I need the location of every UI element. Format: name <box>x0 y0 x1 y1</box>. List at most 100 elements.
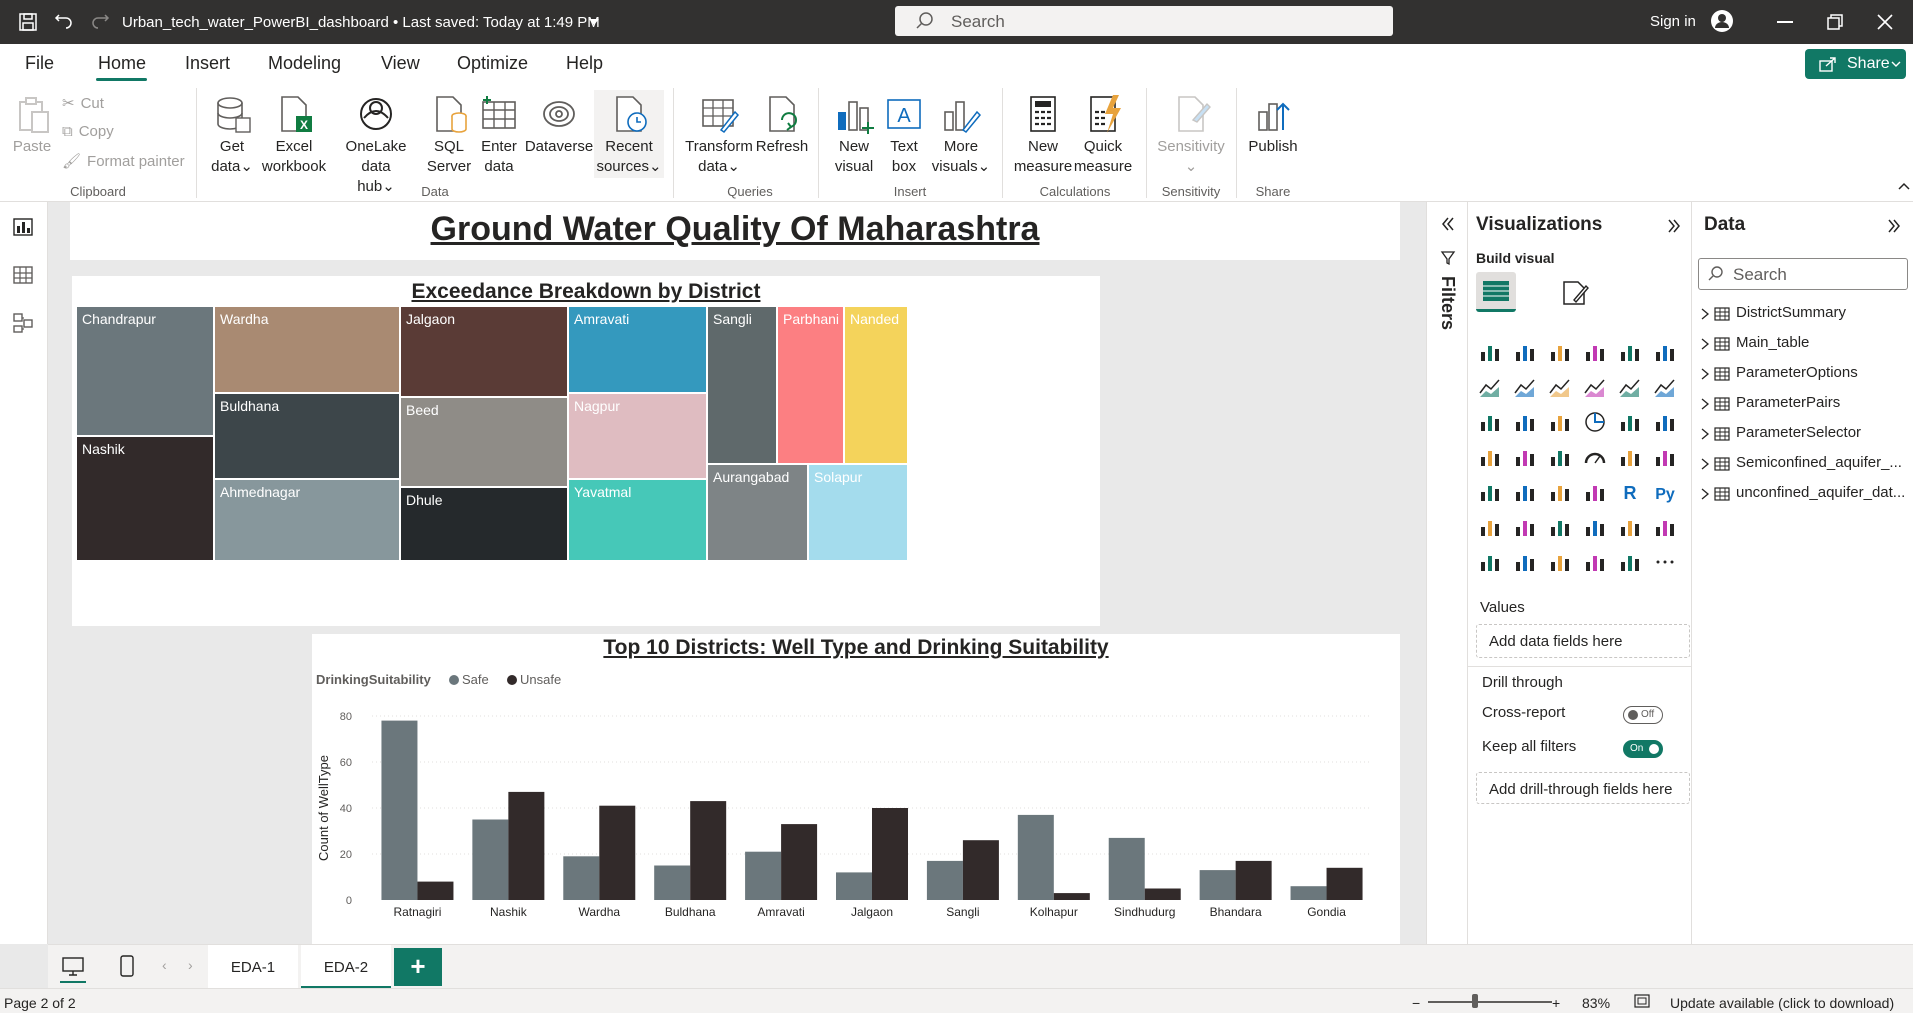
funnel-icon[interactable] <box>1513 410 1537 434</box>
minimize-icon[interactable] <box>1777 21 1793 23</box>
data-table-item[interactable]: ParameterSelector <box>1700 424 1910 444</box>
key-influencers-icon[interactable] <box>1478 515 1502 539</box>
new-measure-button[interactable]: New measure <box>1012 94 1074 177</box>
chevron-right-icon[interactable] <box>1700 338 1710 350</box>
format-visual-icon[interactable] <box>1560 278 1590 308</box>
zoom-in-icon[interactable]: + <box>1552 995 1560 1011</box>
100-column-icon[interactable] <box>1653 340 1677 364</box>
smart-narrative-icon[interactable] <box>1583 515 1607 539</box>
values-field-well[interactable]: Add data fields here <box>1476 624 1690 658</box>
line-column-icon[interactable] <box>1583 375 1607 399</box>
tab-optimize[interactable]: Optimize <box>457 53 528 74</box>
tab-file[interactable]: File <box>25 53 54 74</box>
more-visuals-button[interactable]: More visuals⌄ <box>930 94 992 177</box>
get-data-button[interactable]: Get data⌄ <box>206 94 258 177</box>
treemap-tile[interactable]: Amravati <box>568 306 707 393</box>
cut-button[interactable]: ✂ Cut <box>62 94 104 112</box>
kpi-icon[interactable] <box>1478 480 1502 504</box>
stacked-column-icon[interactable] <box>1513 340 1537 364</box>
stacked-area-icon[interactable] <box>1548 375 1572 399</box>
data-search-input[interactable]: Search <box>1698 258 1908 290</box>
data-table-item[interactable]: ParameterOptions <box>1700 364 1910 384</box>
page-tab-eda-2[interactable]: EDA-2 <box>301 945 391 989</box>
sign-in-link[interactable]: Sign in <box>1650 13 1696 30</box>
treemap-tile[interactable]: Nagpur <box>568 393 707 479</box>
data-table-item[interactable]: unconfined_aquifer_dat... <box>1700 484 1910 504</box>
filters-pane[interactable]: Filters <box>1426 202 1468 944</box>
update-available-link[interactable]: Update available (click to download) <box>1670 995 1894 1011</box>
line-clustered-icon[interactable] <box>1618 375 1642 399</box>
recent-sources-button[interactable]: Recent sources⌄ <box>594 90 664 178</box>
ribbon-icon[interactable] <box>1653 375 1677 399</box>
desktop-layout-icon[interactable] <box>62 957 84 977</box>
onelake-data-hub-button[interactable]: OneLake data hub⌄ <box>330 94 422 197</box>
ai-visual-icon[interactable] <box>1583 550 1607 574</box>
card-icon[interactable] <box>1618 445 1642 469</box>
paginated-icon[interactable] <box>1653 515 1677 539</box>
paste-button[interactable]: Paste <box>12 94 52 157</box>
chevron-right-icon[interactable] <box>1700 458 1710 470</box>
tab-view[interactable]: View <box>381 53 420 74</box>
treemap-tile[interactable]: Aurangabad <box>707 464 808 561</box>
arcgis-icon[interactable] <box>1548 550 1572 574</box>
sensitivity-button[interactable]: Sensitivity ⌄ <box>1154 94 1228 177</box>
restore-icon[interactable] <box>1827 14 1843 30</box>
donut-icon[interactable] <box>1618 410 1642 434</box>
chevron-right-icon[interactable] <box>1700 398 1710 410</box>
add-page-button[interactable]: + <box>394 948 442 986</box>
data-table-item[interactable]: Semiconfined_aquifer_... <box>1700 454 1910 474</box>
azure-map-icon[interactable] <box>1548 445 1572 469</box>
table-view-icon[interactable] <box>12 264 34 286</box>
cross-report-toggle[interactable]: Off <box>1623 706 1663 724</box>
treemap-tile[interactable]: Yavatmal <box>568 479 707 561</box>
title-card[interactable]: Ground Water Quality Of Maharashtra <box>70 202 1400 260</box>
undo-icon[interactable] <box>52 10 76 34</box>
expand-icon[interactable] <box>1886 218 1902 234</box>
table-icon[interactable] <box>1548 480 1572 504</box>
document-title[interactable]: Urban_tech_water_PowerBI_dashboard • Las… <box>122 14 600 31</box>
chevron-right-icon[interactable] <box>1700 488 1710 500</box>
treemap-tile[interactable]: Solapur <box>808 464 908 561</box>
copy-button[interactable]: ⧉ Copy <box>62 123 114 140</box>
chevron-down-icon[interactable] <box>588 18 600 26</box>
share-button[interactable]: Share <box>1805 49 1906 79</box>
scatter-icon[interactable] <box>1548 410 1572 434</box>
filled-map-icon[interactable] <box>1513 445 1537 469</box>
publish-button[interactable]: Publish <box>1244 94 1302 157</box>
gauge-icon[interactable] <box>1583 445 1607 469</box>
chevron-right-icon[interactable] <box>1700 308 1710 320</box>
mobile-layout-icon[interactable] <box>120 955 134 977</box>
multi-row-card-icon[interactable] <box>1653 445 1677 469</box>
report-view-icon[interactable] <box>12 216 34 238</box>
metrics-icon[interactable] <box>1618 515 1642 539</box>
quick-measure-button[interactable]: Quick measure <box>1070 94 1136 177</box>
data-table-item[interactable]: ParameterPairs <box>1700 394 1910 414</box>
build-visual-tab[interactable] <box>1476 272 1516 312</box>
treemap-tile[interactable]: Ahmednagar <box>214 479 400 561</box>
previous-page-icon[interactable]: ‹ <box>162 957 167 973</box>
treemap-tile[interactable]: Dhule <box>400 487 568 561</box>
keep-all-filters-toggle[interactable]: On <box>1623 740 1663 758</box>
sql-server-button[interactable]: SQL Server <box>424 94 474 177</box>
redo-icon[interactable] <box>88 10 112 34</box>
model-view-icon[interactable] <box>12 312 34 334</box>
ellipsis-icon[interactable] <box>1653 550 1677 574</box>
slicer-icon[interactable] <box>1513 480 1537 504</box>
pie-icon[interactable] <box>1583 410 1607 434</box>
clustered-bar-icon[interactable] <box>1548 340 1572 364</box>
text-box-button[interactable]: A Text box <box>878 94 930 177</box>
refresh-button[interactable]: Refresh <box>754 94 810 157</box>
tab-help[interactable]: Help <box>566 53 603 74</box>
r-visual-icon[interactable]: R <box>1618 480 1642 504</box>
treemap-tile[interactable]: Nashik <box>76 436 214 561</box>
bar-chart-visual[interactable]: Top 10 Districts: Well Type and Drinking… <box>312 634 1400 944</box>
data-table-item[interactable]: Main_table <box>1700 334 1910 354</box>
treemap-tile[interactable]: Buldhana <box>214 393 400 479</box>
tab-insert[interactable]: Insert <box>185 53 230 74</box>
page-tab-eda-1[interactable]: EDA-1 <box>208 945 298 989</box>
close-icon[interactable] <box>1877 14 1893 30</box>
excel-workbook-button[interactable]: X Excel workbook <box>256 94 332 177</box>
zoom-out-icon[interactable]: − <box>1412 995 1420 1011</box>
save-icon[interactable] <box>16 10 40 34</box>
data-table-item[interactable]: DistrictSummary <box>1700 304 1910 324</box>
